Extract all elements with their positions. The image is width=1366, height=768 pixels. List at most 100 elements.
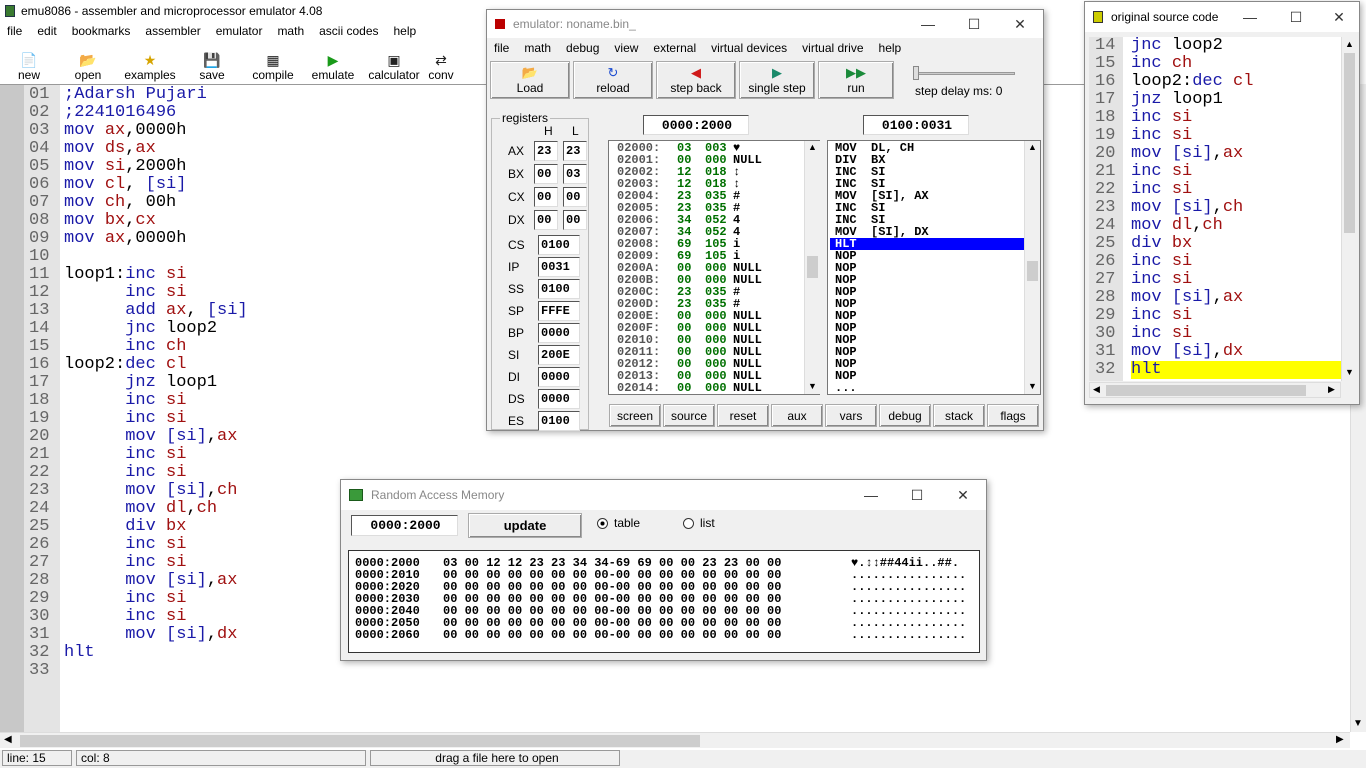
memory-list[interactable]: 02000: 03 003 ♥ 02001: 00 000 NULL 02002: 12 018 ↕ 0… [608, 140, 820, 395]
disasm-row[interactable]: NOP [830, 370, 1024, 382]
reset-button[interactable]: reset [717, 404, 769, 427]
run-button[interactable]: ▶▶ run [818, 61, 894, 99]
vars-button[interactable]: vars [825, 404, 877, 427]
register-ax-low[interactable]: 23 [563, 141, 587, 161]
single-step-button[interactable]: ▶ single step [739, 61, 815, 99]
ram-close-button[interactable]: ✕ [940, 487, 986, 504]
source-button[interactable]: source [663, 404, 715, 427]
main-menu-item-assembler[interactable]: assembler [145, 24, 200, 42]
register-bx-low[interactable]: 03 [563, 164, 587, 184]
register-ip[interactable]: 0031 [538, 257, 580, 277]
scroll-right-arrow-icon[interactable]: ▶ [1336, 734, 1344, 745]
disasm-row[interactable]: NOP [830, 334, 1024, 346]
source-code-view[interactable]: 14 jnc loop2 15 inc ch 16 loop2:dec cl 17 jnz l… [1089, 37, 1341, 381]
ram-row[interactable]: 0000:2060 00 00 00 00 00 00 00 00-00 00 0… [355, 629, 966, 641]
register-bp[interactable]: 0000 [538, 323, 580, 343]
emulator-menu-item-help[interactable]: help [879, 41, 902, 59]
debug-button[interactable]: debug [879, 404, 931, 427]
step-delay-slider[interactable]: step delay ms: 0 [909, 62, 1019, 100]
disasm-row[interactable]: NOP [830, 358, 1024, 370]
emulator-menu-item-virtual-devices[interactable]: virtual devices [711, 41, 787, 59]
list-radio[interactable]: list [683, 516, 715, 530]
disasm-scroll-thumb[interactable] [1027, 261, 1038, 281]
save-button[interactable]: 💾 save [182, 46, 242, 82]
register-sp[interactable]: FFFE [538, 301, 580, 321]
disasm-row[interactable]: NOP [830, 262, 1024, 274]
slider-thumb[interactable] [913, 66, 919, 80]
main-menu-item-file[interactable]: file [7, 24, 22, 42]
compile-button[interactable]: ▦ compile [242, 46, 304, 82]
register-ss[interactable]: 0100 [538, 279, 580, 299]
stack-button[interactable]: stack [933, 404, 985, 427]
register-cx-low[interactable]: 00 [563, 187, 587, 207]
load-button[interactable]: 📂 Load [490, 61, 570, 99]
source-vertical-scrollbar[interactable]: ▲ ▼ [1341, 37, 1357, 381]
source-minimize-button[interactable]: — [1227, 9, 1273, 25]
screen-button[interactable]: screen [609, 404, 661, 427]
scroll-down-arrow-icon[interactable]: ▼ [1353, 718, 1363, 729]
radio-selected-icon[interactable] [597, 517, 608, 529]
register-ax-high[interactable]: 23 [534, 141, 558, 161]
disasm-row[interactable]: NOP [830, 286, 1024, 298]
register-cs[interactable]: 0100 [538, 235, 580, 255]
disasm-row[interactable]: NOP [830, 310, 1024, 322]
disassembly-list[interactable]: MOV DL, CH DIV BX INC SI INC SI MOV [SI], AX… [827, 140, 1041, 395]
editor-horizontal-scrollbar[interactable]: ◀ ▶ [0, 732, 1350, 748]
emulator-minimize-button[interactable]: — [905, 16, 951, 32]
memory-scroll-thumb[interactable] [807, 256, 818, 278]
disasm-row[interactable]: HLT [830, 238, 1024, 250]
disasm-row[interactable]: MOV [SI], DX [830, 226, 1024, 238]
main-menu-item-math[interactable]: math [277, 24, 304, 42]
emulator-menu-item-math[interactable]: math [524, 41, 551, 59]
emulator-menu-item-external[interactable]: external [653, 41, 696, 59]
main-menu-item-ascii-codes[interactable]: ascii codes [319, 24, 378, 42]
main-menu-item-emulator[interactable]: emulator [216, 24, 263, 42]
calculator-button[interactable]: ▣ calculator [362, 46, 426, 82]
emulator-close-button[interactable]: ✕ [997, 16, 1043, 33]
register-cx-high[interactable]: 00 [534, 187, 558, 207]
register-dx-low[interactable]: 00 [563, 210, 587, 230]
source-horizontal-scrollbar[interactable]: ◀ ▶ [1089, 382, 1341, 398]
source-maximize-button[interactable]: ☐ [1273, 9, 1319, 26]
source-close-button[interactable]: ✕ [1319, 9, 1359, 26]
disasm-row[interactable]: NOP [830, 298, 1024, 310]
register-si[interactable]: 200E [538, 345, 580, 365]
register-di[interactable]: 0000 [538, 367, 580, 387]
register-ds[interactable]: 0000 [538, 389, 580, 409]
horizontal-scroll-thumb[interactable] [20, 735, 700, 747]
memory-address-field[interactable]: 0000:2000 [643, 115, 749, 135]
ram-address-field[interactable]: 0000:2000 [351, 515, 458, 536]
disasm-row[interactable]: NOP [830, 346, 1024, 358]
disasm-address-field[interactable]: 0100:0031 [863, 115, 969, 135]
main-menu-item-edit[interactable]: edit [37, 24, 56, 42]
aux-button[interactable]: aux [771, 404, 823, 427]
new-button[interactable]: 📄 new [0, 46, 58, 82]
update-button[interactable]: update [468, 513, 582, 538]
radio-unselected-icon[interactable] [683, 517, 694, 529]
main-menu-item-help[interactable]: help [394, 24, 417, 42]
disassembly-scrollbar[interactable]: ▲ ▼ [1024, 141, 1040, 394]
memory-row[interactable]: 02014: 00 000 NULL [617, 382, 762, 394]
emulator-menu-item-debug[interactable]: debug [566, 41, 599, 59]
scroll-left-arrow-icon[interactable]: ◀ [4, 734, 12, 745]
emulator-maximize-button[interactable]: ☐ [951, 16, 997, 33]
ram-table[interactable]: 0000:2000 03 00 12 12 23 23 34 34-69 69 0… [348, 550, 980, 653]
emulator-menu-item-virtual-drive[interactable]: virtual drive [802, 41, 863, 59]
ram-minimize-button[interactable]: — [848, 487, 894, 503]
main-menu-item-bookmarks[interactable]: bookmarks [72, 24, 131, 42]
conv-button[interactable]: ⇄ conv [426, 46, 456, 82]
register-dx-high[interactable]: 00 [534, 210, 558, 230]
table-radio[interactable]: table [597, 516, 640, 530]
register-bx-high[interactable]: 00 [534, 164, 558, 184]
examples-button[interactable]: ★ examples [118, 46, 182, 82]
disasm-row[interactable]: NOP [830, 322, 1024, 334]
emulator-menu-item-view[interactable]: view [614, 41, 638, 59]
reload-button[interactable]: ↻ reload [573, 61, 653, 99]
register-es[interactable]: 0100 [538, 411, 580, 431]
ram-maximize-button[interactable]: ☐ [894, 487, 940, 504]
emulate-button[interactable]: ▶ emulate [304, 46, 362, 82]
source-scroll-thumb[interactable] [1344, 53, 1355, 233]
flags-button[interactable]: flags [987, 404, 1039, 427]
open-button[interactable]: 📂 open [58, 46, 118, 82]
emulator-menu-item-file[interactable]: file [494, 41, 509, 59]
